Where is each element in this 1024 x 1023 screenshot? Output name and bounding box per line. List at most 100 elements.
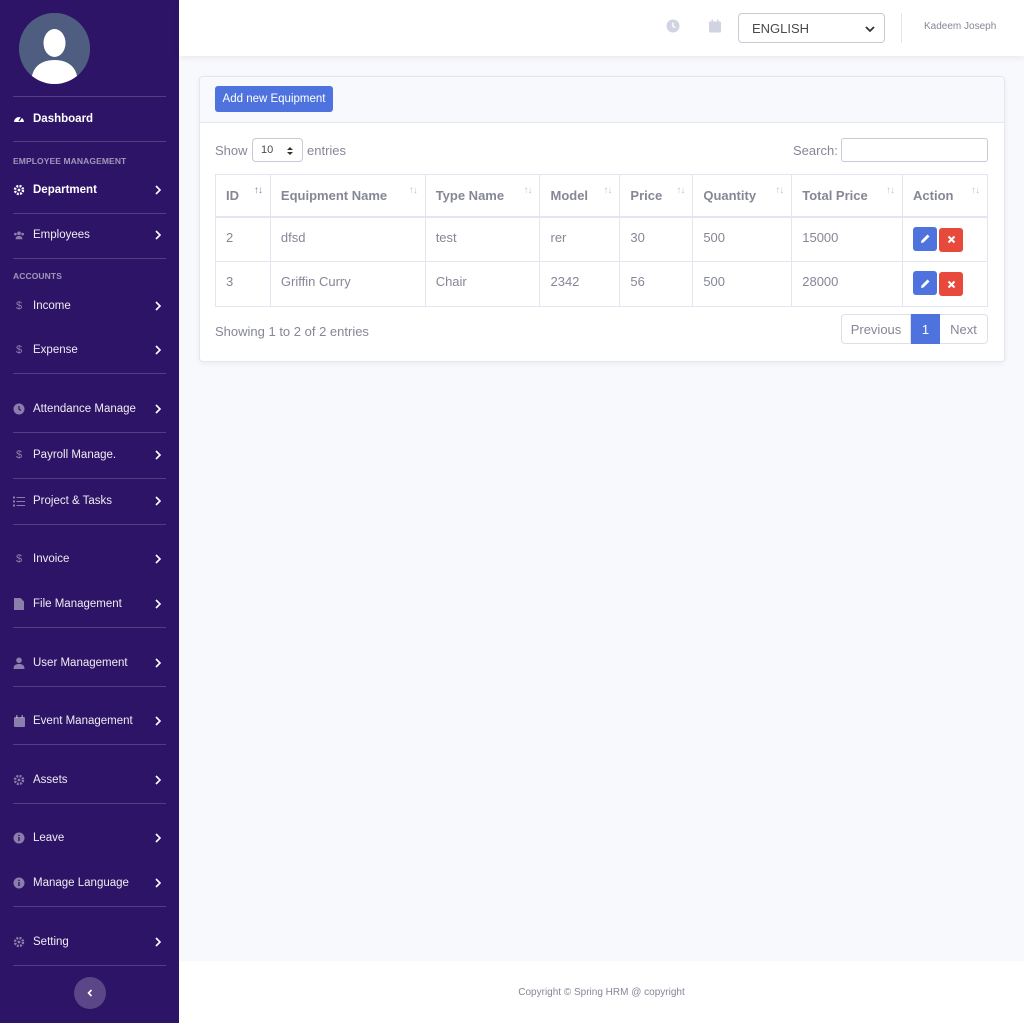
chevron-right-icon [155,185,162,195]
sort-arrows-icon: ↑↓ [775,185,784,196]
sidebar-item-label: Leave [33,832,65,844]
calendar-icon[interactable] [708,19,722,33]
sidebar-item-dashboard[interactable]: Dashboard [13,108,166,130]
column-header-type-name[interactable]: Type Name ↑↓ [424,174,541,218]
sidebar-toggle-button[interactable] [74,977,106,1009]
edit-button[interactable] [913,226,938,251]
dollar-icon: $ [15,300,23,312]
topbar: ENGLISH Kadeem Joseph [179,0,1024,56]
column-header-quantity[interactable]: Quantity ↑↓ [692,174,793,218]
sidebar-item-label: Project & Tasks [33,495,113,507]
dollar-icon: $ [15,553,23,565]
cell-equipment-name: Griffin Curry [269,261,426,307]
next-page-button[interactable]: Next [940,314,988,344]
sidebar-divider [13,478,166,479]
sidebar-item-invoice[interactable]: $ Invoice [13,548,166,570]
chevron-right-icon [155,345,162,355]
column-header-model[interactable]: Model ↑↓ [539,174,621,218]
sidebar-item-payroll[interactable]: $ Payroll Manage. [13,444,166,466]
add-equipment-button[interactable]: Add new Equipment [215,86,333,112]
chevron-down-icon [865,26,875,33]
sidebar-item-attendance[interactable]: Attendance Manage [13,398,166,420]
users-icon [13,229,25,241]
sidebar-item-assets[interactable]: Assets [13,769,166,791]
previous-page-button[interactable]: Previous [841,314,911,344]
sidebar-item-label: Employees [33,229,90,241]
sidebar: Dashboard EMPLOYEE MANAGEMENT Department… [0,0,179,1023]
chevron-right-icon [155,716,162,726]
info-circle-icon [13,877,25,889]
user-icon [13,657,25,669]
sidebar-item-label: Dashboard [33,113,94,125]
equipment-table: ID ↑↓ Equipment Name ↑↓ Type Name ↑↓ Model ↑… [215,174,988,307]
chevron-right-icon [155,301,162,311]
sidebar-divider [13,141,166,142]
sidebar-divider [13,432,166,433]
sidebar-item-income[interactable]: $ Income [13,295,166,317]
card-header: Add new Equipment [200,77,1004,123]
close-icon [947,235,955,244]
search-input[interactable] [841,138,988,162]
sidebar-item-label: Income [33,300,71,312]
cell-action [902,216,988,262]
table-row: 3 Griffin Curry Chair 2342 56 500 28000 [215,261,988,307]
sidebar-item-setting[interactable]: Setting [13,931,166,953]
cell-type-name: Chair [424,261,541,307]
sidebar-divider [13,803,166,804]
sidebar-item-label: Manage Language [33,877,129,889]
sidebar-item-users[interactable]: User Management [13,652,166,674]
sidebar-item-employees[interactable]: Employees [13,224,166,246]
sort-caret-icon [287,147,293,155]
page-1-button[interactable]: 1 [911,314,940,344]
chevron-right-icon [155,833,162,843]
sidebar-item-projects[interactable]: Project & Tasks [13,490,166,512]
pencil-icon [920,279,930,288]
delete-button[interactable] [939,272,964,296]
clock-icon[interactable] [666,19,680,33]
column-header-action[interactable]: Action ↑↓ [902,174,988,218]
user-avatar[interactable] [19,13,90,84]
sidebar-item-leave[interactable]: Leave [13,827,166,849]
column-header-equipment-name[interactable]: Equipment Name ↑↓ [269,174,426,218]
sidebar-item-label: Attendance Manage [33,403,136,415]
column-header-total-price[interactable]: Total Price ↑↓ [791,174,904,218]
sidebar-item-label: Setting [33,936,69,948]
gear-icon [13,936,25,948]
sidebar-item-label: Event Management [33,715,133,727]
table-row: 2 dfsd test rer 30 500 15000 [215,216,988,262]
sidebar-divider [13,213,166,214]
sidebar-divider [13,258,166,259]
tasks-list-icon [13,495,25,507]
sidebar-item-files[interactable]: File Management [13,593,166,615]
copyright-text: Copyright © Spring HRM @ copyright [518,986,685,998]
sidebar-item-language[interactable]: Manage Language [13,872,166,894]
chevron-right-icon [155,937,162,947]
chevron-right-icon [155,404,162,414]
pagination: Previous 1 Next [841,314,988,344]
gauge-icon [13,113,25,125]
language-select[interactable]: ENGLISH [738,13,885,43]
sidebar-divider [13,686,166,687]
cell-price: 30 [619,216,694,262]
cell-quantity: 500 [692,261,793,307]
topbar-divider [901,13,902,43]
delete-button[interactable] [939,227,964,252]
column-header-id[interactable]: ID ↑↓ [215,174,271,218]
section-heading-accounts: ACCOUNTS [13,271,62,281]
column-header-price[interactable]: Price ↑↓ [619,174,694,218]
sidebar-item-expense[interactable]: $ Expense [13,339,166,361]
sidebar-divider [13,96,166,97]
sort-arrows-icon: ↑↓ [523,185,532,196]
footer: Copyright © Spring HRM @ copyright [179,961,1024,1023]
chevron-right-icon [155,554,162,564]
sidebar-item-label: Assets [33,774,68,786]
chevron-right-icon [155,450,162,460]
user-name[interactable]: Kadeem Joseph [924,21,996,32]
chevron-right-icon [155,775,162,785]
sidebar-item-events[interactable]: Event Management [13,710,166,732]
cell-action [902,261,988,307]
sidebar-item-department[interactable]: Department [13,179,166,201]
file-icon [13,598,25,610]
entries-per-page-select[interactable]: 10 [252,138,303,162]
edit-button[interactable] [913,271,938,295]
